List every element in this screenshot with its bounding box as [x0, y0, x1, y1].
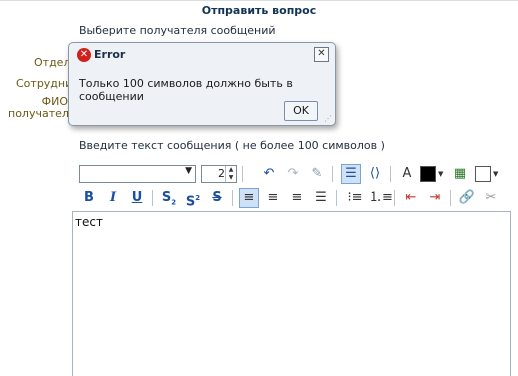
recipients-caption: Выберите получателя сообщений [79, 24, 276, 37]
rich-text-mode-button[interactable]: ☰ [341, 164, 361, 184]
eraser-icon: ✎ [311, 166, 323, 181]
editor-toolbar-row-2: B I U S2 S2 S ≡ ≡ ≡ ☰ ⁝≡ ⒈≡ ⇤ ⇥ 🔗 ✂ [79, 187, 509, 209]
unlink-icon: ✂ [485, 190, 497, 205]
toolbar-divider [332, 166, 333, 182]
toolbar-divider [152, 190, 153, 206]
toolbar-divider [450, 190, 451, 206]
toolbar-divider [242, 166, 243, 182]
resize-grip-icon[interactable]: ⋰ [324, 114, 332, 123]
justify-button[interactable]: ☰ [311, 188, 331, 208]
code-icon: ⟨⟩ [369, 166, 381, 181]
message-editor[interactable]: тест [72, 211, 511, 376]
align-right-icon: ≡ [291, 190, 303, 205]
font-size-value: 2 [218, 167, 225, 180]
chevron-down-icon[interactable]: ▼ [493, 166, 501, 182]
toolbar-divider [390, 166, 391, 182]
bulleted-list-button[interactable]: ⁝≡ [345, 188, 365, 208]
fio-label-line2: получателя [8, 107, 76, 120]
document-icon: ☰ [345, 166, 357, 181]
error-icon: ✕ [77, 48, 91, 62]
outdent-icon: ⇤ [405, 190, 417, 205]
toolbar-divider [336, 190, 337, 206]
insert-link-button[interactable]: 🔗 [457, 188, 477, 208]
superscript-label: S [185, 194, 196, 210]
subscript-label: S [161, 190, 172, 205]
message-caption: Введите текст сообщения ( не более 100 с… [79, 139, 385, 152]
toolbar-divider [394, 190, 395, 206]
source-mode-button[interactable]: ⟨⟩ [365, 164, 385, 184]
align-right-button[interactable]: ≡ [287, 188, 307, 208]
superscript-button[interactable]: S2 [183, 188, 203, 210]
eraser-button[interactable]: ✎ [307, 164, 327, 184]
editor-content: тест [75, 215, 103, 229]
align-center-button[interactable]: ≡ [263, 188, 283, 208]
toolbar-divider [232, 190, 233, 206]
color-grid-icon: ▦ [453, 166, 467, 181]
text-color-button[interactable]: A [397, 164, 417, 184]
dialog-title: Error [94, 48, 126, 61]
numbered-list-button[interactable]: ⒈≡ [369, 188, 393, 208]
editor-toolbar-row-1: ▼ 2 ▲ ▼ ↶ ↷ ✎ ☰ ⟨⟩ A ▼ ▦ ▼ [79, 163, 509, 185]
redo-icon: ↷ [287, 166, 299, 181]
justify-icon: ☰ [315, 190, 327, 205]
align-center-icon: ≡ [267, 190, 279, 205]
indent-button[interactable]: ⇥ [425, 188, 445, 208]
background-color-swatch[interactable] [475, 166, 491, 182]
indent-icon: ⇥ [429, 190, 441, 205]
undo-icon: ↶ [263, 166, 275, 181]
background-color-button[interactable]: ▦ [450, 164, 470, 184]
chevron-down-icon[interactable]: ▼ [438, 166, 446, 182]
top-divider [0, 0, 518, 1]
text-color-icon: A [402, 166, 412, 181]
undo-button[interactable]: ↶ [259, 164, 279, 184]
strikethrough-button[interactable]: S [207, 188, 227, 208]
text-color-swatch[interactable] [420, 166, 436, 182]
remove-link-button[interactable]: ✂ [481, 188, 501, 208]
bullet-list-icon: ⁝≡ [347, 190, 363, 205]
redo-button[interactable]: ↷ [283, 164, 303, 184]
align-left-icon: ≡ [243, 190, 255, 205]
error-dialog: ✕ Error ✕ Только 100 символов должно быт… [68, 42, 336, 126]
spin-arrows-icon[interactable]: ▲ ▼ [225, 166, 236, 182]
align-left-button[interactable]: ≡ [239, 188, 259, 208]
underline-button[interactable]: U [127, 188, 147, 208]
chevron-down-icon: ▼ [185, 166, 192, 176]
outdent-button[interactable]: ⇤ [401, 188, 421, 208]
italic-button[interactable]: I [103, 188, 123, 208]
subscript-button[interactable]: S2 [159, 188, 179, 208]
link-icon: 🔗 [458, 190, 476, 205]
recipient-fio-label: ФИО получателя [8, 96, 76, 120]
numbered-list-icon: ⒈≡ [369, 190, 393, 205]
department-label: Отдел [34, 56, 71, 69]
font-size-stepper[interactable]: 2 ▲ ▼ [201, 165, 237, 183]
page-title: Отправить вопрос [201, 4, 317, 17]
bold-button[interactable]: B [79, 188, 99, 208]
close-button[interactable]: ✕ [314, 47, 329, 62]
font-family-select[interactable]: ▼ [79, 165, 196, 183]
dialog-message: Только 100 символов должно быть в сообще… [79, 77, 293, 103]
ok-button[interactable]: OK [284, 101, 318, 121]
